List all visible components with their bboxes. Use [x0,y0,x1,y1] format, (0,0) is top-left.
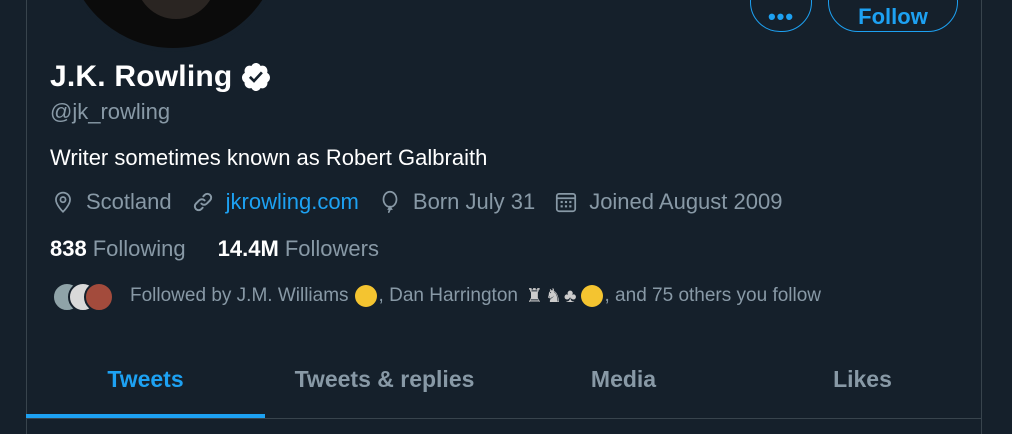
followers-value: 14.4M [217,236,279,261]
location-pin-icon [55,191,71,213]
profile-bio: Writer sometimes known as Robert Galbrai… [50,145,488,170]
mutual-avatar [84,282,114,312]
followers-count[interactable]: 14.4M Followers [218,236,379,262]
calendar-icon [556,193,577,213]
birthday-text: Born July 31 [412,189,536,214]
following-count[interactable]: 838 Following [50,236,186,262]
mutual-avatars [52,282,114,312]
meta-location: Scotland [50,189,172,215]
followed-by-middle: , Dan Harrington [378,285,518,306]
tab-likes[interactable]: Likes [743,340,982,418]
balloon-icon [382,190,398,214]
followed-by-prefix: Followed by J.M. Williams [130,285,349,306]
follow-button[interactable]: Follow [828,0,958,32]
website-link[interactable]: jkrowling.com [226,189,359,215]
followers-you-know[interactable]: Followed by J.M. Williams , Dan Harringt… [52,282,822,312]
smiling-halo-emoji-icon [354,285,377,307]
followers-label: Followers [284,236,379,261]
following-label: Following [92,236,186,261]
profile-counts: 838 Following 14.4M Followers [50,236,411,262]
meta-joined: Joined August 2009 [553,189,782,215]
meta-birthday: Born July 31 [377,189,535,215]
followed-by-suffix: , and 75 others you follow [604,285,822,306]
tab-label: Likes [833,365,892,392]
avatar-face [136,0,216,19]
tab-media[interactable]: Media [504,340,743,418]
tab-tweets[interactable]: Tweets [26,340,265,418]
crown-emoji-icon [580,285,603,307]
verified-badge-icon [242,63,271,91]
tabs-divider [26,418,982,419]
tab-label: Tweets & replies [294,365,475,392]
link-icon [193,192,212,212]
joined-text: Joined August 2009 [589,189,783,214]
meta-website[interactable]: jkrowling.com [190,189,359,215]
following-value: 838 [50,236,87,261]
profile-name: J.K. Rowling [50,60,272,94]
profile-tabs: Tweets Tweets & replies Media Likes [26,340,982,418]
chess-card-emoji-icon: ♜♞♣ [525,285,579,307]
location-text: Scotland [86,189,172,214]
profile-meta: Scotland jkrowling.com Born July 31 Join… [50,189,800,215]
tab-label: Tweets [107,365,184,392]
tab-tweets-replies[interactable]: Tweets & replies [265,340,504,418]
more-options-label: ••• [767,4,795,29]
follow-label: Follow [858,4,928,29]
tab-label: Media [590,365,657,392]
profile-name-text: J.K. Rowling [50,60,233,93]
profile-handle: @jk_rowling [50,99,171,124]
